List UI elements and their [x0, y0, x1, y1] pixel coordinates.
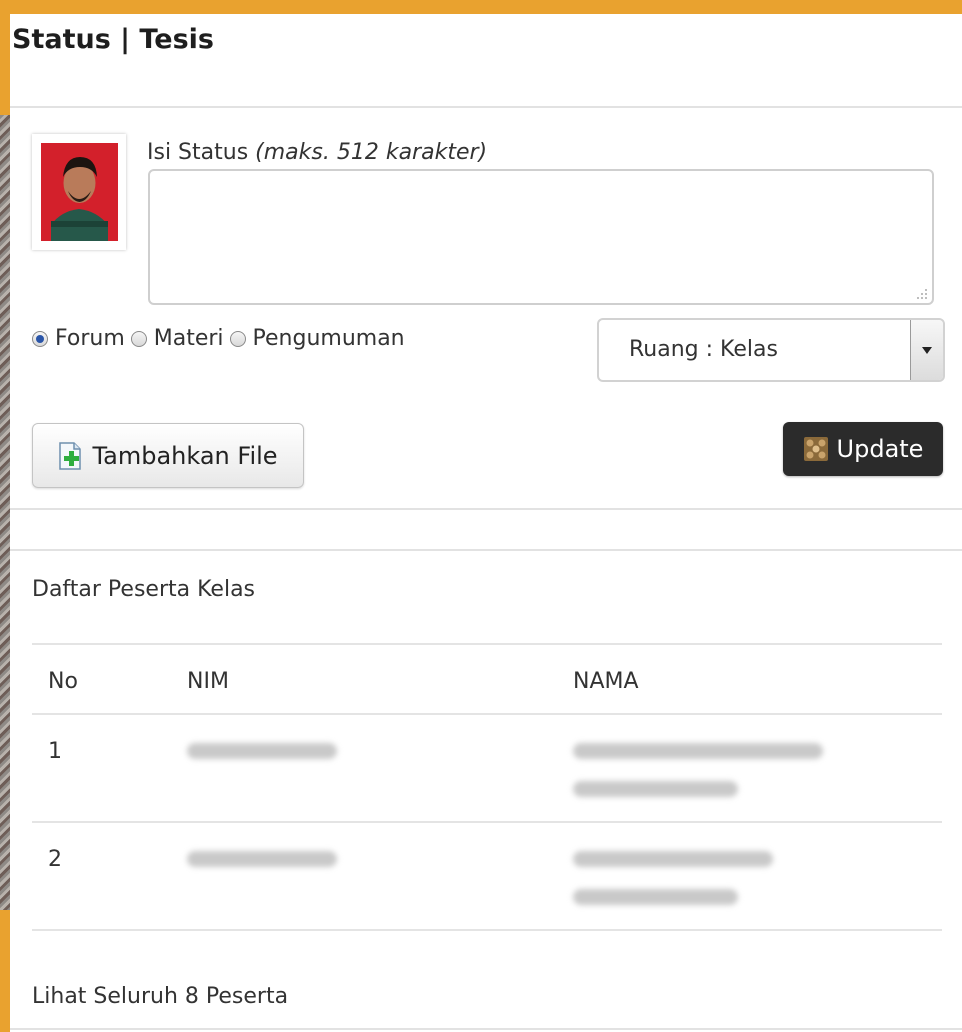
radio-materi[interactable]: Materi	[130, 326, 224, 351]
redacted-nama	[573, 743, 823, 819]
room-select-value: Ruang : Kelas	[629, 337, 778, 362]
profile-photo-icon	[41, 143, 118, 241]
post-type-radio-group: Forum Materi Pengumuman	[32, 326, 411, 351]
radio-button[interactable]	[229, 330, 246, 347]
redacted-nim	[187, 743, 337, 781]
column-header-nama: NAMA	[573, 669, 639, 694]
column-header-no: No	[48, 669, 78, 694]
chevron-down-icon[interactable]	[910, 320, 943, 380]
resize-grip-icon[interactable]	[914, 286, 928, 300]
participants-title: Daftar Peserta Kelas	[32, 577, 256, 602]
divider	[10, 1028, 962, 1030]
table-row: 1	[32, 713, 942, 821]
redacted-nim	[187, 851, 337, 889]
status-textarea[interactable]	[148, 169, 934, 305]
radio-label: Forum	[55, 326, 125, 351]
divider	[10, 106, 962, 108]
status-label-text: Isi Status	[147, 140, 249, 165]
divider	[10, 549, 962, 551]
avatar	[32, 134, 126, 250]
divider	[10, 508, 962, 510]
update-button[interactable]: Update	[783, 422, 943, 476]
redacted-nama	[573, 851, 823, 927]
status-label-hint: (maks. 512 karakter)	[255, 140, 488, 165]
participants-table: No NIM NAMA 1 2	[32, 643, 942, 931]
table-header-row: No NIM NAMA	[32, 643, 942, 713]
radio-forum[interactable]: Forum	[32, 326, 125, 351]
update-label: Update	[836, 435, 924, 463]
status-label: Isi Status (maks. 512 karakter)	[147, 140, 487, 165]
add-file-button[interactable]: Tambahkan File	[32, 423, 304, 488]
update-icon	[803, 437, 828, 461]
row-number: 2	[48, 847, 62, 872]
row-number: 1	[48, 739, 62, 764]
room-select[interactable]: Ruang : Kelas	[597, 318, 945, 382]
page-title: Status | Tesis	[12, 24, 214, 55]
radio-button-checked[interactable]	[32, 330, 48, 347]
column-header-nim: NIM	[187, 669, 229, 694]
add-file-label: Tambahkan File	[92, 441, 278, 470]
radio-label: Pengumuman	[252, 326, 405, 351]
radio-button[interactable]	[130, 330, 147, 347]
radio-label: Materi	[153, 326, 224, 351]
see-all-participants-link[interactable]: Lihat Seluruh 8 Peserta	[32, 984, 288, 1009]
add-file-icon	[59, 441, 82, 470]
status-panel: Status | Tesis Isi Status (maks. 512 kar…	[10, 14, 962, 1032]
table-row: 2	[32, 821, 942, 929]
radio-pengumuman[interactable]: Pengumuman	[229, 326, 405, 351]
table-bottom-border	[32, 929, 942, 931]
